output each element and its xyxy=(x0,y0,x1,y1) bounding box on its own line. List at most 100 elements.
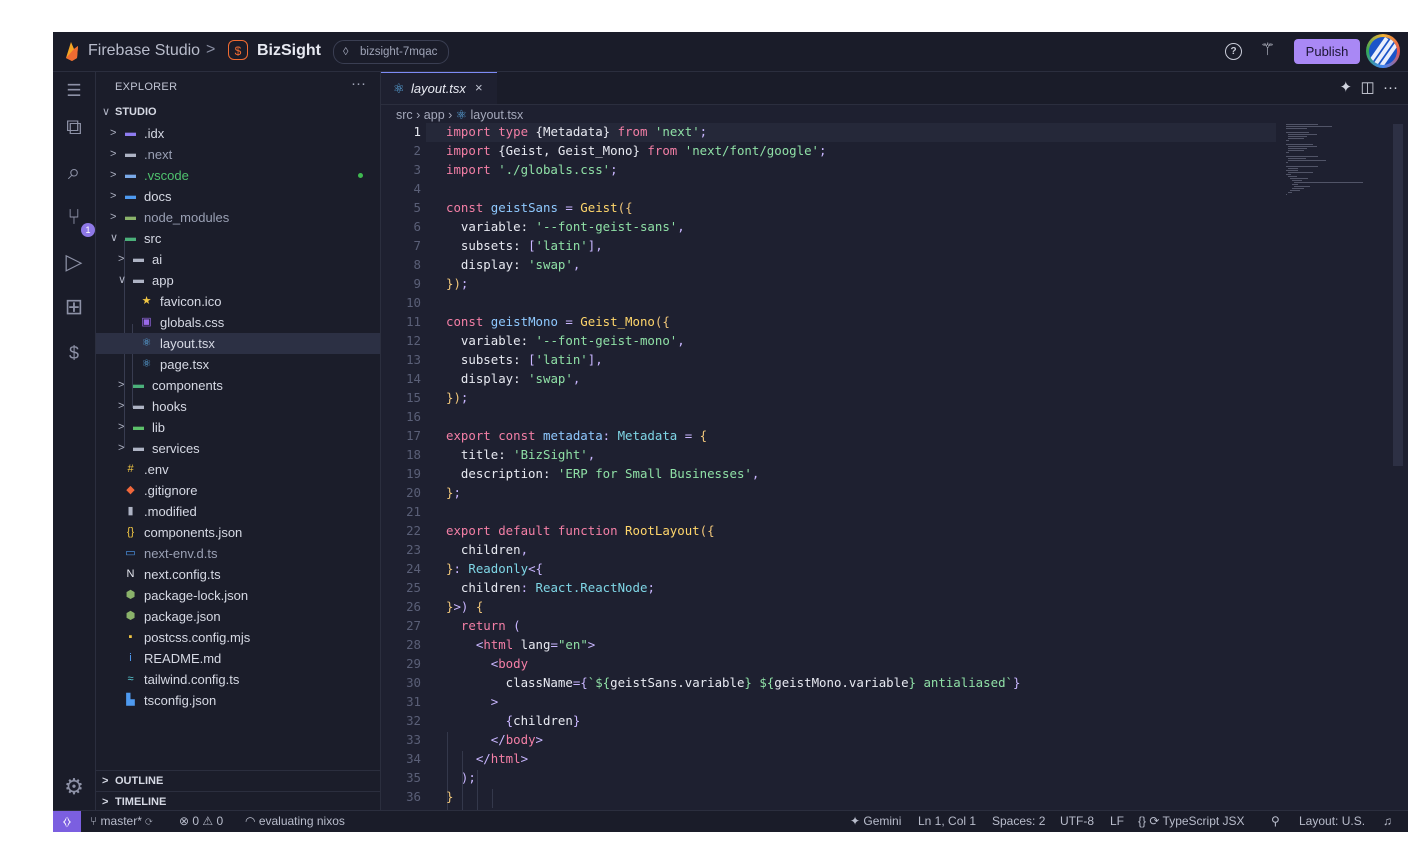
remote-icon[interactable]: ⧼⧽ xyxy=(53,811,81,832)
tree-item-label: README.md xyxy=(144,651,222,666)
close-icon[interactable]: × xyxy=(475,80,483,95)
tree-item[interactable]: ▙ tsconfig.json xyxy=(96,690,380,711)
firebase-studio-icon[interactable]: $ xyxy=(61,340,87,366)
idx-folder-icon: ▬ xyxy=(125,127,136,139)
vertical-scrollbar[interactable] xyxy=(1393,124,1403,466)
tree-item[interactable]: ▣ globals.css xyxy=(96,312,380,333)
workspace-chip[interactable]: ◊ bizsight-7mqac xyxy=(333,40,450,64)
line-number: 8 xyxy=(413,257,421,272)
tree-item[interactable]: ▪ postcss.config.mjs xyxy=(96,627,380,648)
tree-item[interactable]: ∨ STUDIO xyxy=(96,102,380,123)
project-name[interactable]: BizSight xyxy=(257,42,321,60)
outline-section[interactable]: > OUTLINE xyxy=(96,770,380,791)
tree-item[interactable]: > ▬ .vscode xyxy=(96,165,380,186)
branch-status[interactable]: ⑂ master* ⟳ xyxy=(90,811,152,832)
tree-item[interactable]: > ▬ lib xyxy=(96,417,380,438)
tree-item[interactable]: ◆ .gitignore xyxy=(96,480,380,501)
feedback-icon[interactable]: ⚲ xyxy=(1271,811,1280,832)
tree-item[interactable]: ★ favicon.ico xyxy=(96,291,380,312)
tree-item[interactable]: ∨ ▬ app xyxy=(96,270,380,291)
tab-layout-tsx[interactable]: ⚛ layout.tsx × xyxy=(381,72,497,104)
outline-label: OUTLINE xyxy=(115,775,164,787)
minimap-line xyxy=(1288,176,1297,177)
tree-item[interactable]: ≈ tailwind.config.ts xyxy=(96,669,380,690)
search-icon[interactable]: ⌕ xyxy=(61,159,87,185)
magic-wand-icon[interactable]: ⚚ xyxy=(1260,40,1275,60)
tree-item-label: package.json xyxy=(144,609,221,624)
explorer-files-icon[interactable]: ⧉ xyxy=(61,114,87,140)
chevron-down-icon: ∨ xyxy=(118,274,127,286)
tree-item[interactable]: ⚛ layout.tsx xyxy=(96,333,380,354)
task-status[interactable]: ◠ evaluating nixos xyxy=(245,811,345,832)
firebase-logo-icon[interactable] xyxy=(64,41,80,61)
extensions-icon[interactable]: ⊞ xyxy=(61,294,87,320)
breadcrumb-file[interactable]: layout.tsx xyxy=(470,108,523,122)
tree-item[interactable]: > ▬ ai xyxy=(96,249,380,270)
notifications-bell-icon[interactable]: ♫ xyxy=(1383,811,1392,832)
tree-item[interactable]: > ▬ services xyxy=(96,438,380,459)
settings-gear-icon[interactable]: ⚙ xyxy=(61,774,87,800)
line-number: 2 xyxy=(413,143,421,158)
language-status[interactable]: {} ⟳ TypeScript JSX xyxy=(1138,811,1245,832)
tree-item[interactable]: ⬢ package.json xyxy=(96,606,380,627)
code-line: children: React.ReactNode; xyxy=(446,580,655,595)
language-label: TypeScript JSX xyxy=(1162,814,1245,828)
chevron-right-icon: > xyxy=(118,253,125,265)
more-actions-icon[interactable]: ··· xyxy=(1383,79,1398,96)
line-number: 19 xyxy=(406,466,421,481)
breadcrumb-app[interactable]: app xyxy=(424,108,445,122)
tree-item[interactable]: > ▬ hooks xyxy=(96,396,380,417)
eol-status[interactable]: LF xyxy=(1110,811,1124,832)
line-number: 24 xyxy=(406,561,421,576)
help-icon[interactable]: ? xyxy=(1225,43,1242,60)
breadcrumb-src[interactable]: src xyxy=(396,108,413,122)
problems-status[interactable]: ⊗ 0 ⚠ 0 xyxy=(179,811,223,832)
tree-item-label: layout.tsx xyxy=(160,336,215,351)
tree-item[interactable]: > ▬ node_modules xyxy=(96,207,380,228)
minimap-line xyxy=(1288,158,1306,159)
code-line: display: 'swap', xyxy=(446,371,581,386)
tree-item[interactable]: ▮ .modified xyxy=(96,501,380,522)
folder-icon: ▬ xyxy=(133,274,144,286)
tree-item[interactable]: i README.md xyxy=(96,648,380,669)
minimap[interactable] xyxy=(1286,124,1371,195)
line-number: 33 xyxy=(406,732,421,747)
json-icon: {} xyxy=(126,526,135,538)
tree-item-label: src xyxy=(144,231,162,246)
tab-label: layout.tsx xyxy=(411,81,466,96)
tree-item[interactable]: ∨ ▬ src xyxy=(96,228,380,249)
tree-item[interactable]: Nnext.config.ts xyxy=(96,564,380,585)
line-number: 9 xyxy=(413,276,421,291)
menu-icon[interactable]: ☰ xyxy=(61,78,87,104)
keyboard-layout-status[interactable]: Layout: U.S. xyxy=(1299,811,1365,832)
brand-name[interactable]: Firebase Studio xyxy=(88,42,200,60)
source-control-icon[interactable]: ⑂ 1 xyxy=(61,204,95,237)
split-editor-icon[interactable]: ◫ xyxy=(1360,79,1374,96)
encoding-status[interactable]: UTF-8 xyxy=(1060,811,1094,832)
gemini-sparkle-icon[interactable]: ✦ xyxy=(1340,79,1353,96)
run-debug-icon[interactable]: ▷ xyxy=(61,249,87,275)
more-actions-icon[interactable]: ··· xyxy=(351,75,366,92)
tree-item[interactable]: > ▬ .idx xyxy=(96,123,380,144)
components-folder-icon: ▬ xyxy=(133,379,144,391)
explorer-title: EXPLORER xyxy=(115,81,178,93)
avatar[interactable] xyxy=(1366,34,1400,68)
gemini-status[interactable]: ✦ Gemini xyxy=(850,811,901,832)
code-line: variable: '--font-geist-sans', xyxy=(446,219,685,234)
code-line: } xyxy=(446,789,454,804)
tree-item[interactable]: # .env xyxy=(96,459,380,480)
line-number: 1 xyxy=(413,124,421,139)
tree-item[interactable]: ⬢ package-lock.json xyxy=(96,585,380,606)
tree-item[interactable]: ▭ next-env.d.ts xyxy=(96,543,380,564)
publish-button[interactable]: Publish xyxy=(1294,39,1360,64)
timeline-section[interactable]: > TIMELINE xyxy=(96,791,380,812)
cursor-position[interactable]: Ln 1, Col 1 xyxy=(918,811,976,832)
tree-item[interactable]: ⚛ page.tsx xyxy=(96,354,380,375)
tree-item[interactable]: > ▬ .next xyxy=(96,144,380,165)
tree-item[interactable]: > ▬ components xyxy=(96,375,380,396)
indentation-status[interactable]: Spaces: 2 xyxy=(992,811,1045,832)
tree-item[interactable]: > ▬ docs xyxy=(96,186,380,207)
minimap-line xyxy=(1286,166,1319,167)
line-number: 22 xyxy=(406,523,421,538)
tree-item[interactable]: {} components.json xyxy=(96,522,380,543)
